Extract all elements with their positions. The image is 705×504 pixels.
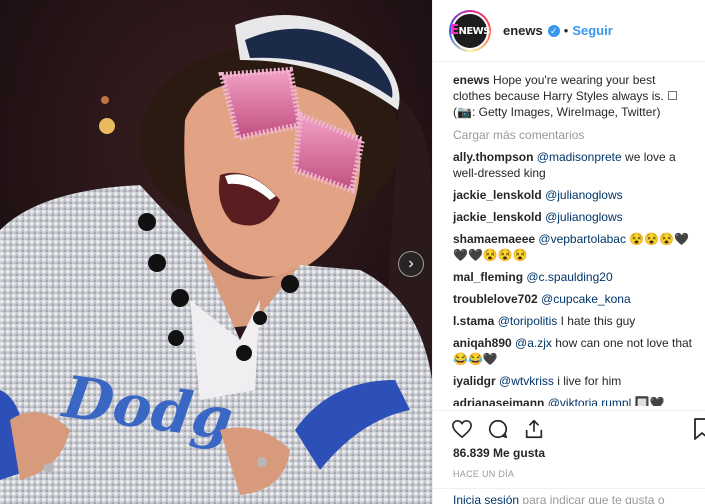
comment-mention[interactable]: @viktoria.rumpl [548,396,632,406]
comment-text: I hate this guy [560,314,636,328]
comment-bubble-icon [488,419,508,438]
post-caption: enews Hope you're wearing your best clot… [453,72,696,120]
photo-illustration: Dodg [0,0,432,504]
comment-item: iyalidgr @wtvkriss i live for him [453,373,696,389]
comment-mention[interactable]: @vepbartolabac [538,232,626,246]
likes-count[interactable]: 86.839 Me gusta [453,446,545,460]
comment-username[interactable]: iyalidgr [453,374,496,388]
comment-text: i live for him [557,374,622,388]
comment-item: troublelove702 @cupcake_kona [453,291,696,307]
comment-username[interactable]: mal_fleming [453,270,523,284]
comment-item: jackie_lenskold @julianoglows [453,187,696,203]
login-prompt: Inicia sesión para indicar que te gusta … [433,488,705,504]
avatar[interactable]: ENEWS [449,9,491,52]
post-header: ENEWS enews ✓ • Seguir [433,0,705,62]
post-actions-bar [433,410,705,446]
login-link[interactable]: Inicia sesión [453,493,519,504]
comment-item: adrianaseimann @viktoria.rumpl 🔲🖤 [453,395,696,406]
heart-icon [452,419,472,438]
caption-credit: (📷: Getty Images, WireImage, Twitter) [453,105,661,119]
comment-item: aniqah890 @a.zjx how can one not love th… [453,335,696,367]
comment-mention[interactable]: @cupcake_kona [541,292,631,306]
share-button[interactable] [523,418,545,440]
comment-item: shamaemaeee @vepbartolabac 😵😵😵🖤🖤🖤😵😵😵 [453,231,696,263]
caption-username[interactable]: enews [453,73,490,87]
post-timestamp[interactable]: HACE UN DÍA [453,469,514,479]
comment-mention[interactable]: @wtvkriss [499,374,554,388]
author-username[interactable]: enews [503,23,543,38]
post-side-panel: ENEWS enews ✓ • Seguir enews Hope you're… [432,0,705,504]
comment-mention[interactable]: @julianoglows [545,188,623,202]
save-button[interactable] [694,418,705,445]
comment-username[interactable]: troublelove702 [453,292,538,306]
comment-mention[interactable]: @c.spaulding20 [526,270,612,284]
comment-item: mal_fleming @c.spaulding20 [453,269,696,285]
comment-button[interactable] [487,418,509,440]
comment-username[interactable]: l.stama [453,314,494,328]
instagram-post: Dodg › ENEWS enews ✓ • Seguir enews Hope… [0,0,705,504]
comment-username[interactable]: aniqah890 [453,336,512,350]
comment-mention[interactable]: @toripolitis [498,314,558,328]
login-prompt-text: para indicar que te gusta o [522,493,665,504]
comment-username[interactable]: jackie_lenskold [453,188,542,202]
separator-dot: • [563,23,569,38]
comment-item: jackie_lenskold @julianoglows [453,209,696,225]
comment-username[interactable]: ally.thompson [453,150,533,164]
comment-mention[interactable]: @madisonprete [537,150,622,164]
like-button[interactable] [451,418,473,440]
verified-badge-icon: ✓ [547,24,560,37]
comment-username[interactable]: shamaemaeee [453,232,535,246]
comment-mention[interactable]: @a.zjx [515,336,552,350]
post-photo[interactable]: Dodg › [0,0,432,504]
comment-text: 🔲🖤 [634,396,665,406]
comment-username[interactable]: jackie_lenskold [453,210,542,224]
bookmark-icon [694,418,705,440]
comment-item: l.stama @toripolitis I hate this guy [453,313,696,329]
follow-button[interactable]: Seguir [572,23,612,38]
load-more-comments-link[interactable]: Cargar más comentarios [453,127,696,143]
comment-mention[interactable]: @julianoglows [545,210,623,224]
avatar-logo: ENEWS [450,23,490,38]
comments-list[interactable]: enews Hope you're wearing your best clot… [453,72,696,406]
caption-box: ☐ [667,89,678,103]
share-icon [525,419,543,438]
carousel-next-button[interactable]: › [398,251,424,277]
comment-username[interactable]: adrianaseimann [453,396,544,406]
comment-item: ally.thompson @madisonprete we love a we… [453,149,696,181]
